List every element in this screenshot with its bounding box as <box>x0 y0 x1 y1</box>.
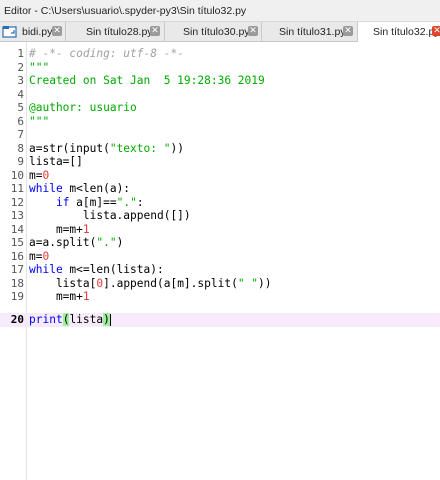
editor-tab-bar: bidi.py ✕ Sin título28.py ✕ Sin título30… <box>0 22 440 42</box>
code-line[interactable]: 9 lista=[] <box>0 155 440 169</box>
code-line[interactable]: 10 m=0 <box>0 169 440 183</box>
code-text[interactable]: m=0 <box>29 169 49 183</box>
code-line[interactable]: 18 lista[0].append(a[m].split(" ")) <box>0 277 440 291</box>
window-title: Editor - C:\Users\usuario\.spyder-py3\Si… <box>4 5 247 17</box>
close-icon[interactable]: ✕ <box>432 26 440 36</box>
line-number: 19 <box>10 290 24 303</box>
code-text[interactable]: lista=[] <box>29 155 83 169</box>
code-text[interactable]: m=m+1 <box>29 223 90 237</box>
code-text[interactable]: lista.append([]) <box>29 209 191 223</box>
code-line[interactable]: 8 a=str(input("texto: ")) <box>0 142 440 156</box>
code-line[interactable]: 12 if a[m]==".": <box>0 196 440 210</box>
tab-label: Sin título30.py <box>183 26 250 38</box>
code-text[interactable]: """ <box>29 115 49 129</box>
line-number: 14 <box>10 222 24 236</box>
code-text[interactable]: while m<len(a): <box>29 182 130 196</box>
close-icon[interactable]: ✕ <box>248 26 258 36</box>
code-text[interactable]: m=0 <box>29 250 49 264</box>
line-number: 4 <box>17 87 24 101</box>
code-text[interactable]: # -*- coding: utf-8 -*- <box>29 47 184 61</box>
text-cursor <box>109 314 111 326</box>
browse-tabs-icon[interactable] <box>2 24 18 39</box>
code-line[interactable]: 4 <box>0 88 440 102</box>
line-number: 3 <box>17 74 24 87</box>
code-line[interactable]: 16 m=0 <box>0 250 440 264</box>
tab-sin-titulo31[interactable]: Sin título31.py ✕ <box>262 22 358 41</box>
close-icon[interactable]: ✕ <box>343 26 353 36</box>
code-line[interactable]: 3 Created on Sat Jan 5 19:28:36 2019 <box>0 74 440 88</box>
line-number: 13 <box>10 209 24 222</box>
line-number: 17 <box>10 263 24 276</box>
close-icon[interactable]: ✕ <box>150 26 160 36</box>
line-number: 1 <box>17 47 24 60</box>
code-text[interactable]: a=str(input("texto: ")) <box>29 142 184 156</box>
line-number: 20 <box>10 313 24 326</box>
code-text[interactable]: Created on Sat Jan 5 19:28:36 2019 <box>29 74 265 88</box>
code-line[interactable]: 13 lista.append([]) <box>0 209 440 223</box>
code-text[interactable]: """ <box>29 61 49 75</box>
code-line[interactable]: 17 while m<=len(lista): <box>0 263 440 277</box>
code-line[interactable]: 7 <box>0 128 440 142</box>
line-number: 16 <box>10 249 24 263</box>
code-text[interactable]: if a[m]==".": <box>29 196 144 210</box>
code-line[interactable]: 1 # -*- coding: utf-8 -*- <box>0 47 440 61</box>
code-line[interactable]: 2 """ <box>0 61 440 75</box>
code-line[interactable]: 5 @author: usuario <box>0 101 440 115</box>
code-text[interactable]: while m<=len(lista): <box>29 263 164 277</box>
tab-label: Sin título31.py <box>279 26 346 38</box>
code-line[interactable]: 14 m=m+1 <box>0 223 440 237</box>
code-line[interactable]: 19 m=m+1 <box>0 290 440 304</box>
tab-label: Sin título28.py <box>86 26 153 38</box>
line-number: 6 <box>17 114 24 128</box>
line-number: 2 <box>17 60 24 74</box>
code-text[interactable]: m=m+1 <box>29 290 90 304</box>
code-line[interactable]: 11 while m<len(a): <box>0 182 440 196</box>
code-text[interactable]: a=a.split(".") <box>29 236 123 250</box>
code-editor[interactable]: 1 # -*- coding: utf-8 -*- 2 """ 3 Create… <box>0 42 440 480</box>
line-number: 5 <box>17 101 24 114</box>
line-number: 9 <box>17 155 24 168</box>
line-number: 18 <box>10 276 24 290</box>
tab-label: Sin título32.py <box>373 26 440 38</box>
line-number: 11 <box>10 182 24 195</box>
tab-bidi[interactable]: bidi.py ✕ <box>19 22 66 41</box>
close-icon[interactable]: ✕ <box>52 26 62 36</box>
code-text[interactable]: lista[0].append(a[m].split(" ")) <box>29 277 272 291</box>
tab-sin-titulo28[interactable]: Sin título28.py ✕ <box>66 22 165 41</box>
line-number: 15 <box>10 236 24 249</box>
code-line[interactable]: 15 a=a.split(".") <box>0 236 440 250</box>
line-number: 7 <box>17 128 24 141</box>
current-code-line[interactable]: 20 print(lista) <box>0 313 440 327</box>
tab-sin-titulo32[interactable]: Sin título32.py ✕ <box>358 22 440 42</box>
tab-label: bidi.py <box>22 26 53 38</box>
line-number: 10 <box>10 168 24 182</box>
code-line[interactable]: 6 """ <box>0 115 440 129</box>
line-number: 12 <box>10 195 24 209</box>
window-titlebar: Editor - C:\Users\usuario\.spyder-py3\Si… <box>0 0 440 22</box>
code-text[interactable]: print(lista) <box>29 313 111 327</box>
line-number: 8 <box>17 141 24 155</box>
code-text[interactable]: @author: usuario <box>29 101 137 115</box>
tab-sin-titulo30[interactable]: Sin título30.py ✕ <box>165 22 262 41</box>
